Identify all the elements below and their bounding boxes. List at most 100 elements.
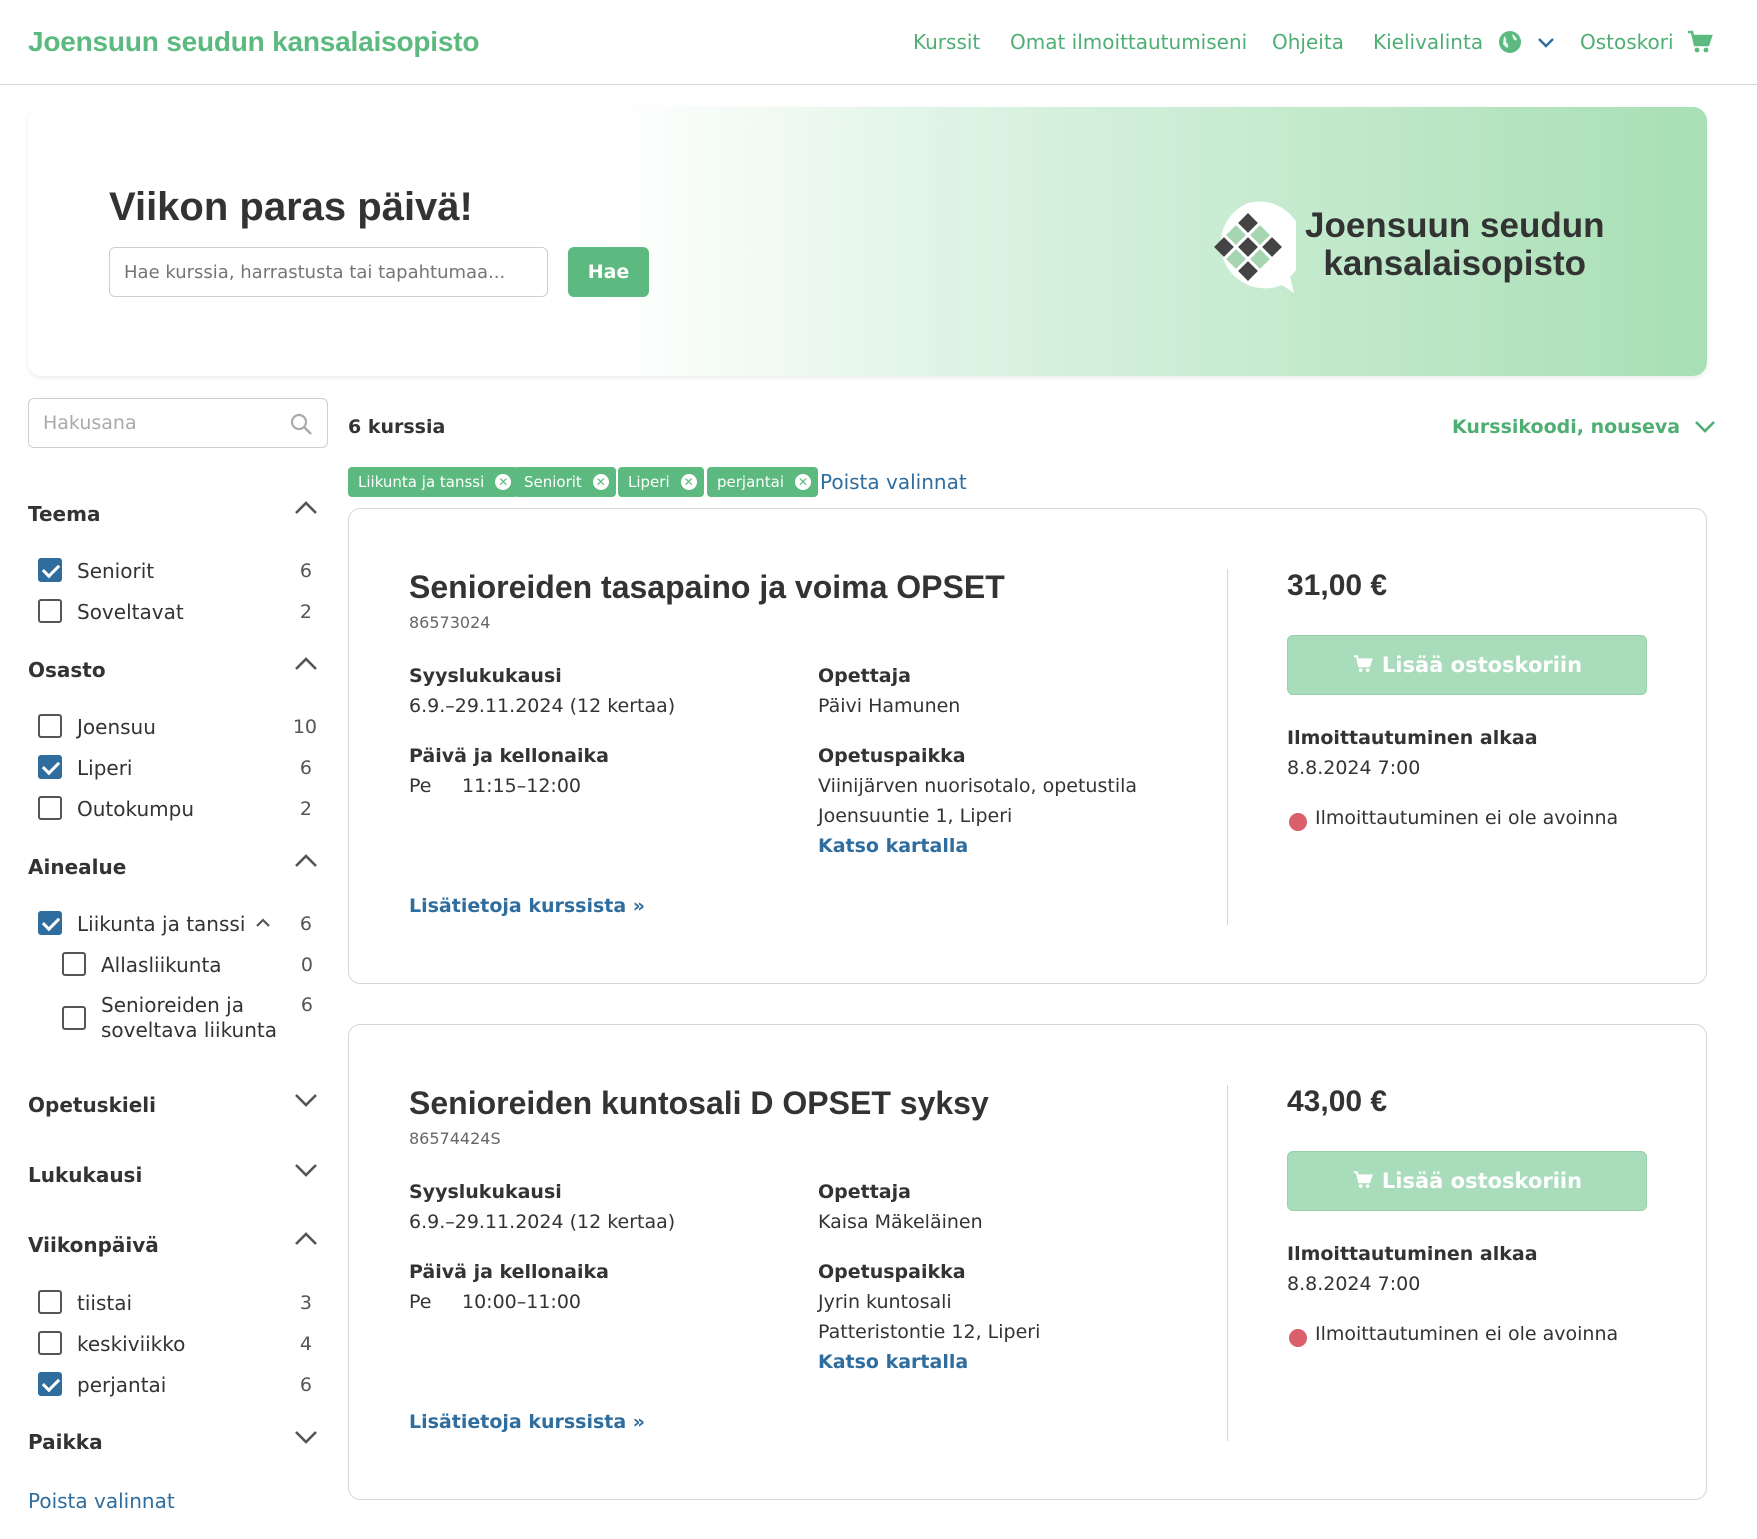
facet-title-ainealue[interactable]: Ainealue [28, 855, 126, 879]
chevron-down-icon[interactable] [292, 1427, 320, 1447]
option-label-soveltavat: Soveltavat [77, 600, 184, 624]
option-label-senioreiden-line2: soveltava liikunta [101, 1018, 277, 1042]
term-label: Syyslukukausi [409, 665, 562, 687]
checkbox-outokumpu[interactable] [38, 796, 62, 820]
chevron-down-icon [1537, 37, 1554, 48]
filter-chip-label: Liikunta ja tanssi [358, 473, 485, 491]
facet-title-opetuskieli[interactable]: Opetuskieli [28, 1093, 156, 1117]
facet-title-paikka[interactable]: Paikka [28, 1430, 103, 1454]
filter-chip[interactable]: Liperi ✕ [618, 467, 704, 497]
clear-filters-link[interactable]: Poista valinnat [820, 470, 967, 494]
sort-dropdown[interactable]: Kurssikoodi, nouseva [1452, 416, 1717, 438]
enrollment-start-date: 8.8.2024 7:00 [1287, 1273, 1421, 1295]
option-count-outokumpu: 2 [299, 798, 312, 820]
remove-filter-icon[interactable]: ✕ [495, 474, 512, 490]
checkbox-tiistai[interactable] [38, 1290, 62, 1314]
filter-chip[interactable]: Seniorit ✕ [514, 467, 616, 497]
facet-title-lukukausi[interactable]: Lukukausi [28, 1163, 142, 1187]
sidebar-reset-filters-link[interactable]: Poista valinnat [28, 1489, 175, 1513]
site-brand[interactable]: Joensuun seudun kansalaisopisto [28, 26, 479, 58]
filter-chip[interactable]: perjantai ✕ [707, 467, 819, 497]
filter-chip-label: perjantai [717, 473, 785, 491]
option-label-joensuu: Joensuu [77, 715, 156, 739]
enrollment-start-label: Ilmoittautuminen alkaa [1287, 727, 1538, 749]
chevron-down-icon[interactable] [292, 1160, 320, 1180]
checkbox-perjantai[interactable] [38, 1372, 62, 1396]
option-label-perjantai: perjantai [77, 1373, 167, 1397]
remove-filter-icon[interactable]: ✕ [680, 474, 697, 490]
chevron-up-icon[interactable] [254, 916, 272, 930]
option-count-allasliikunta: 0 [300, 954, 313, 976]
chevron-up-icon[interactable] [292, 851, 320, 871]
nav-courses[interactable]: Kurssit [913, 30, 980, 54]
option-count-senioreiden: 6 [300, 994, 313, 1016]
option-label-tiistai: tiistai [77, 1291, 133, 1315]
course-card: Senioreiden kuntosali D OPSET syksy 8657… [348, 1024, 1707, 1500]
filter-chip[interactable]: Liikunta ja tanssi ✕ [348, 467, 519, 497]
option-count-liikunta-ja-tanssi: 6 [299, 913, 312, 935]
keyword-search-placeholder: Hakusana [43, 412, 137, 434]
organization-logo-text: Joensuun seudun kansalaisopisto [1305, 207, 1604, 283]
checkbox-liikunta-ja-tanssi[interactable] [38, 911, 62, 935]
teacher-label: Opettaja [818, 1181, 911, 1203]
option-count-seniorit: 6 [299, 560, 312, 582]
card-divider [1227, 1085, 1228, 1441]
facet-title-osasto[interactable]: Osasto [28, 658, 106, 682]
enrollment-status: Ilmoittautuminen ei ole avoinna [1315, 807, 1619, 829]
remove-filter-icon[interactable]: ✕ [795, 474, 812, 490]
more-info-link[interactable]: Lisätietoja kurssista » [409, 895, 645, 917]
add-to-cart-button[interactable]: Lisää ostoskoriin [1287, 635, 1647, 695]
term-label: Syyslukukausi [409, 1181, 562, 1203]
nav-help[interactable]: Ohjeita [1272, 30, 1344, 54]
more-info-link[interactable]: Lisätietoja kurssista » [409, 1411, 645, 1433]
remove-filter-icon[interactable]: ✕ [592, 474, 609, 490]
option-count-liperi: 6 [299, 757, 312, 779]
hero-search-button[interactable]: Hae [568, 247, 649, 297]
course-price: 43,00 € [1287, 1085, 1388, 1118]
option-count-tiistai: 3 [299, 1292, 312, 1314]
add-to-cart-button[interactable]: Lisää ostoskoriin [1287, 1151, 1647, 1211]
logo-text-line1: Joensuun seudun [1305, 206, 1605, 245]
checkbox-soveltavat[interactable] [38, 599, 62, 623]
logo-text-line2: kansalaisopisto [1323, 244, 1587, 283]
facet-title-teema[interactable]: Teema [28, 502, 100, 526]
option-label-allasliikunta: Allasliikunta [101, 953, 222, 977]
checkbox-seniorit[interactable] [38, 558, 62, 582]
course-title[interactable]: Senioreiden tasapaino ja voima OPSET [409, 569, 1005, 606]
chevron-up-icon[interactable] [292, 498, 320, 518]
course-time: 10:00–11:00 [462, 1291, 582, 1313]
nav-language-label: Kielivalinta [1373, 30, 1484, 54]
hero-title: Viikon paras päivä! [109, 185, 473, 229]
checkbox-joensuu[interactable] [38, 714, 62, 738]
show-on-map-link[interactable]: Katso kartalla [818, 835, 968, 857]
checkbox-senioreiden-ja-soveltava-liikunta[interactable] [62, 1006, 86, 1030]
shopping-cart-icon [1353, 655, 1373, 672]
nav-cart[interactable]: Ostoskori [1580, 30, 1714, 55]
checkbox-liperi[interactable] [38, 755, 62, 779]
option-count-keskiviikko: 4 [299, 1333, 312, 1355]
nav-my-enrollments[interactable]: Omat ilmoittautumiseni [1010, 30, 1247, 54]
chevron-down-icon[interactable] [292, 1090, 320, 1110]
facet-title-viikonpaiva[interactable]: Viikonpäivä [28, 1233, 159, 1257]
checkbox-allasliikunta[interactable] [62, 952, 86, 976]
chevron-up-icon[interactable] [292, 654, 320, 674]
chevron-up-icon[interactable] [292, 1229, 320, 1249]
hero-search-input[interactable] [109, 247, 548, 297]
nav-language[interactable]: Kielivalinta [1373, 30, 1556, 55]
place-address: Joensuuntie 1, Liperi [818, 805, 1013, 827]
course-price: 31,00 € [1287, 569, 1388, 602]
search-icon [290, 413, 312, 435]
enrollment-start-date: 8.8.2024 7:00 [1287, 757, 1421, 779]
teacher-name: Kaisa Mäkeläinen [818, 1211, 983, 1233]
globe-icon [1499, 30, 1522, 53]
shopping-cart-icon [1687, 30, 1713, 52]
checkbox-keskiviikko[interactable] [38, 1331, 62, 1355]
filter-chip-label: Seniorit [524, 473, 582, 491]
keyword-search-input[interactable]: Hakusana [28, 398, 328, 448]
place-name: Viinijärven nuorisotalo, opetustila [818, 775, 1138, 797]
teacher-label: Opettaja [818, 665, 911, 687]
course-card: Senioreiden tasapaino ja voima OPSET 865… [348, 508, 1707, 984]
course-title[interactable]: Senioreiden kuntosali D OPSET syksy [409, 1085, 989, 1122]
show-on-map-link[interactable]: Katso kartalla [818, 1351, 968, 1373]
time-label: Päivä ja kellonaika [409, 745, 609, 767]
